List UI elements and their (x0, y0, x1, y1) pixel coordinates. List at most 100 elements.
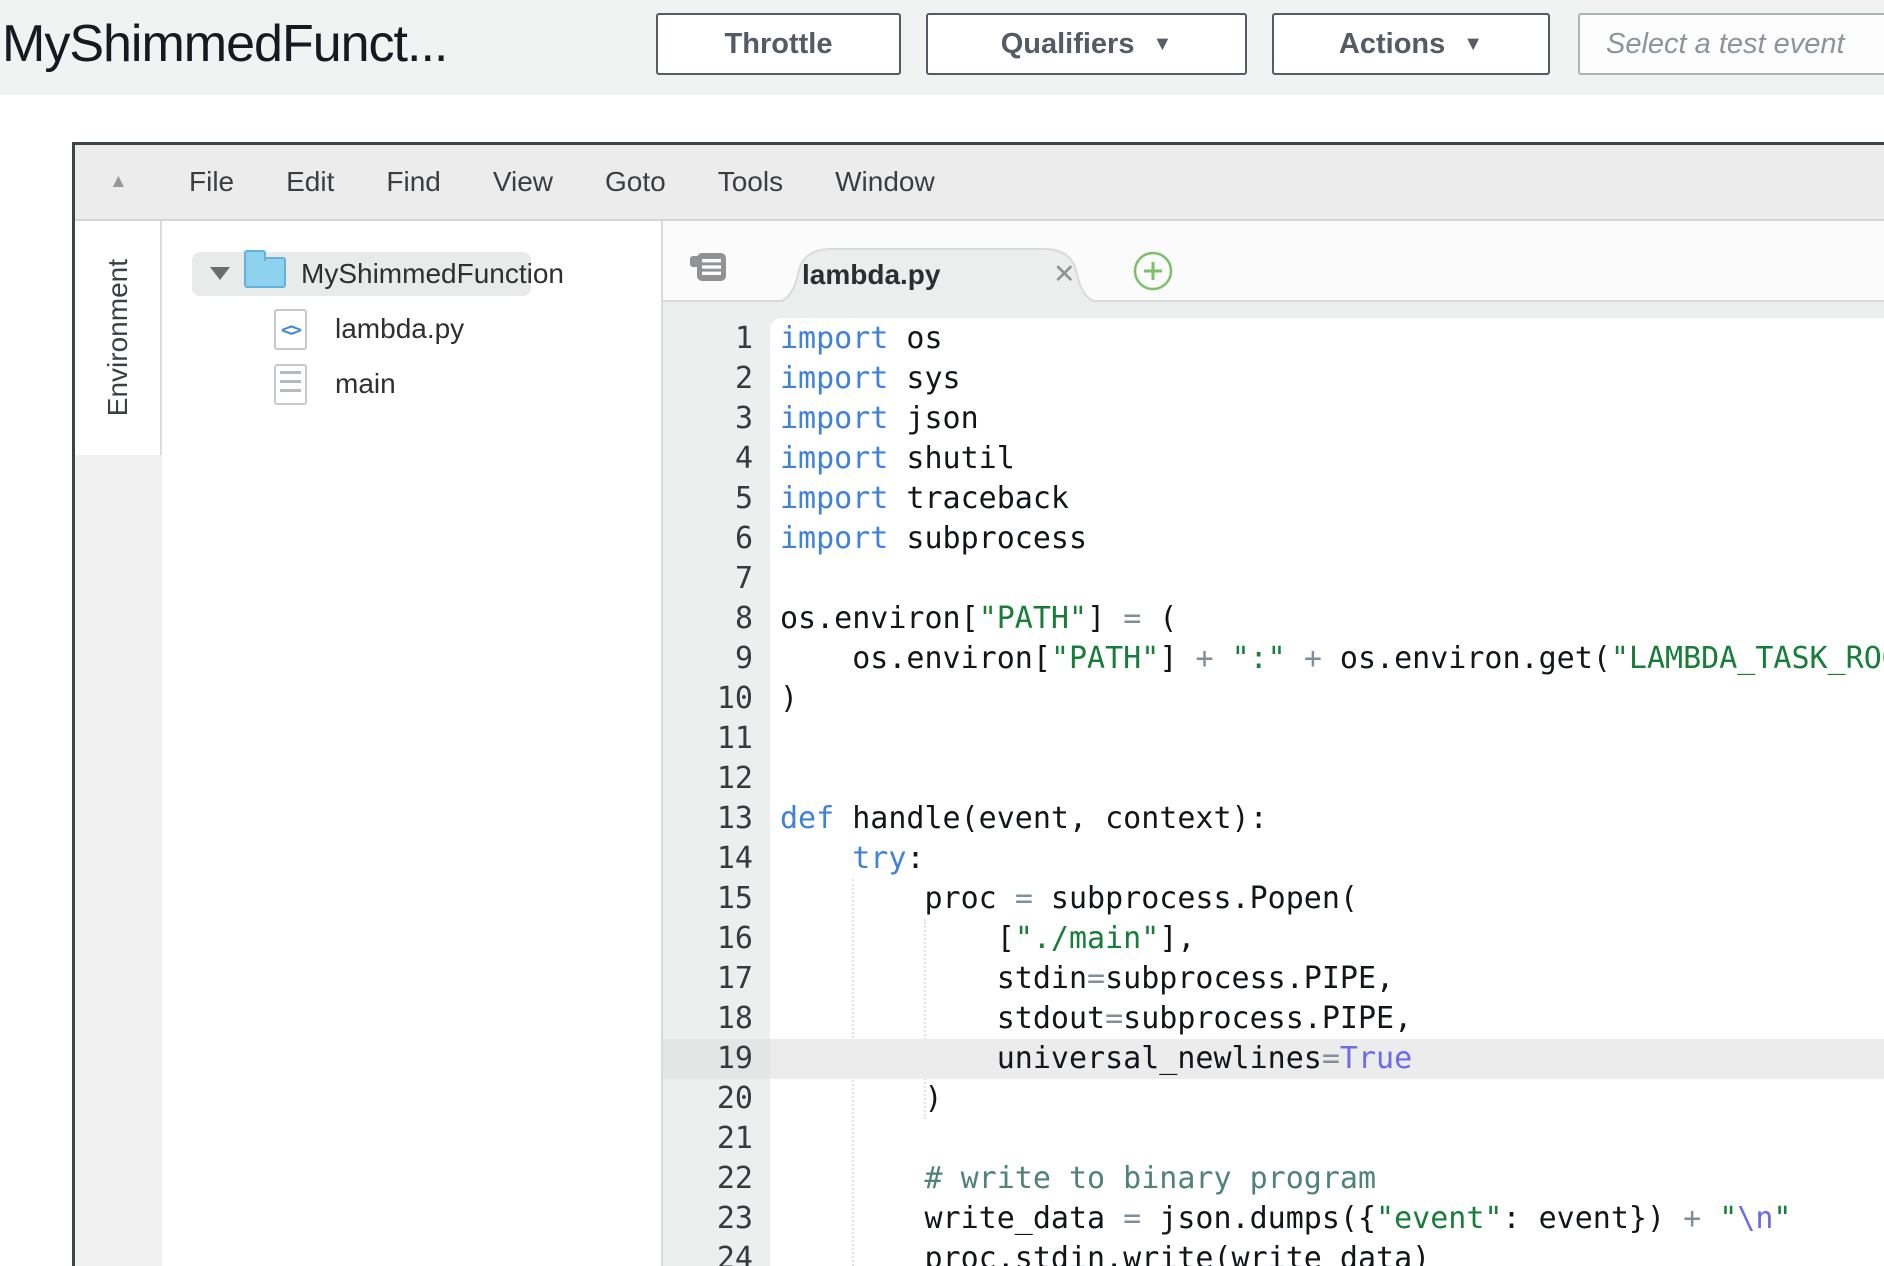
code-line-text: universal_newlines=True (770, 1039, 1884, 1079)
line-number[interactable]: 3 (663, 399, 770, 439)
folder-expand-caret-icon[interactable] (210, 267, 230, 280)
environment-tab-label: Environment (102, 259, 134, 416)
line-number[interactable]: 5 (663, 479, 770, 519)
code-line-8[interactable]: 8os.environ["PATH"] = ( (663, 599, 1884, 639)
code-line-3[interactable]: 3import json (663, 399, 1884, 439)
code-line-11[interactable]: 11 (663, 719, 1884, 759)
line-number[interactable]: 22 (663, 1159, 770, 1199)
line-number[interactable]: 11 (663, 719, 770, 759)
menu-items: File Edit Find View Goto Tools Window (75, 166, 935, 198)
menu-item-view[interactable]: View (493, 166, 553, 198)
file-tree-panel: MyShimmedFunction <> lambda.py main (162, 221, 663, 1266)
line-number[interactable]: 15 (663, 879, 770, 919)
code-line-text: os.environ["PATH"] + ":" + os.environ.ge… (770, 639, 1884, 679)
menu-item-window[interactable]: Window (835, 166, 935, 198)
code-line-13[interactable]: 13def handle(event, context): (663, 799, 1884, 839)
actions-button[interactable]: Actions ▼ (1272, 13, 1550, 75)
code-line-7[interactable]: 7 (663, 559, 1884, 599)
qualifiers-button-label: Qualifiers (1001, 28, 1135, 61)
code-line-16[interactable]: 16 ["./main"], (663, 919, 1884, 959)
code-line-19[interactable]: 19 universal_newlines=True (663, 1039, 1884, 1079)
editor-tabstrip: lambda.py ✕ (663, 221, 1884, 302)
code-line-text: ) (770, 1079, 1884, 1119)
collapse-panel-icon[interactable]: ▲ (109, 145, 128, 219)
line-number[interactable]: 8 (663, 599, 770, 639)
throttle-button[interactable]: Throttle (656, 13, 901, 75)
caret-down-icon: ▼ (1152, 33, 1172, 56)
line-number[interactable]: 9 (663, 639, 770, 679)
menu-item-find[interactable]: Find (386, 166, 440, 198)
line-number[interactable]: 17 (663, 959, 770, 999)
line-number[interactable]: 20 (663, 1079, 770, 1119)
lambda-console-page: MyShimmedFunct... Throttle Qualifiers ▼ … (0, 0, 1884, 1266)
line-number[interactable]: 1 (663, 319, 770, 359)
code-line-15[interactable]: 15 proc = subprocess.Popen( (663, 879, 1884, 919)
code-line-text: ) (770, 679, 1884, 719)
function-header: MyShimmedFunct... Throttle Qualifiers ▼ … (0, 0, 1884, 95)
code-line-text (770, 759, 1884, 799)
menu-item-tools[interactable]: Tools (718, 166, 783, 198)
code-line-text (770, 719, 1884, 759)
code-line-20[interactable]: 20 ) (663, 1079, 1884, 1119)
actions-button-label: Actions (1339, 28, 1445, 61)
menu-item-file[interactable]: File (189, 166, 234, 198)
line-number[interactable]: 14 (663, 839, 770, 879)
code-glyph: <> (281, 319, 300, 341)
code-line-2[interactable]: 2import sys (663, 359, 1884, 399)
tab-lambda-py-label: lambda.py (802, 259, 940, 291)
code-line-text: stdout=subprocess.PIPE, (770, 999, 1884, 1039)
code-line-14[interactable]: 14 try: (663, 839, 1884, 879)
line-number[interactable]: 21 (663, 1119, 770, 1159)
code-line-5[interactable]: 5import traceback (663, 479, 1884, 519)
tree-item-label: main (335, 368, 396, 400)
code-line-text: import shutil (770, 439, 1884, 479)
code-line-12[interactable]: 12 (663, 759, 1884, 799)
caret-down-icon: ▼ (1463, 33, 1483, 56)
qualifiers-button[interactable]: Qualifiers ▼ (926, 13, 1247, 75)
menu-item-edit[interactable]: Edit (286, 166, 334, 198)
editor-menubar: ▲ File Edit Find View Goto Tools Window (75, 145, 1884, 221)
folder-icon (244, 257, 286, 288)
code-line-23[interactable]: 23 write_data = json.dumps({"event": eve… (663, 1199, 1884, 1239)
tree-item-label: lambda.py (335, 313, 464, 345)
code-line-17[interactable]: 17 stdin=subprocess.PIPE, (663, 959, 1884, 999)
code-editor-body[interactable]: 1import os2import sys3import json4import… (663, 302, 1884, 1266)
environment-tab[interactable]: Environment (75, 221, 162, 455)
code-line-1[interactable]: 1import os (663, 319, 1884, 359)
code-line-24[interactable]: 24 proc.stdin.write(write_data) (663, 1239, 1884, 1266)
code-line-text: import json (770, 399, 1884, 439)
tab-list-icon[interactable] (690, 253, 726, 281)
code-lines: 1import os2import sys3import json4import… (663, 319, 1884, 1266)
code-line-9[interactable]: 9 os.environ["PATH"] + ":" + os.environ.… (663, 639, 1884, 679)
code-line-text (770, 1119, 1884, 1159)
code-line-text: stdin=subprocess.PIPE, (770, 959, 1884, 999)
line-number[interactable]: 19 (663, 1039, 770, 1079)
line-number[interactable]: 16 (663, 919, 770, 959)
code-file-icon: <> (274, 309, 307, 350)
line-number[interactable]: 12 (663, 759, 770, 799)
test-event-select[interactable]: Select a test event (1578, 13, 1884, 75)
code-line-18[interactable]: 18 stdout=subprocess.PIPE, (663, 999, 1884, 1039)
line-number[interactable]: 18 (663, 999, 770, 1039)
text-file-icon (274, 364, 307, 405)
close-tab-icon[interactable]: ✕ (1053, 259, 1076, 290)
line-number[interactable]: 2 (663, 359, 770, 399)
line-number[interactable]: 7 (663, 559, 770, 599)
line-number[interactable]: 10 (663, 679, 770, 719)
code-line-6[interactable]: 6import subprocess (663, 519, 1884, 559)
code-line-21[interactable]: 21 (663, 1119, 1884, 1159)
line-number[interactable]: 6 (663, 519, 770, 559)
line-number[interactable]: 13 (663, 799, 770, 839)
code-line-10[interactable]: 10) (663, 679, 1884, 719)
code-line-text: import subprocess (770, 519, 1884, 559)
code-line-text: proc.stdin.write(write_data) (770, 1239, 1884, 1266)
code-line-22[interactable]: 22 # write to binary program (663, 1159, 1884, 1199)
line-number[interactable]: 24 (663, 1239, 770, 1266)
code-line-4[interactable]: 4import shutil (663, 439, 1884, 479)
code-line-text (770, 559, 1884, 599)
line-number[interactable]: 23 (663, 1199, 770, 1239)
line-number[interactable]: 4 (663, 439, 770, 479)
code-line-text: os.environ["PATH"] = ( (770, 599, 1884, 639)
menu-item-goto[interactable]: Goto (605, 166, 666, 198)
new-tab-plus-icon[interactable] (1132, 250, 1174, 292)
